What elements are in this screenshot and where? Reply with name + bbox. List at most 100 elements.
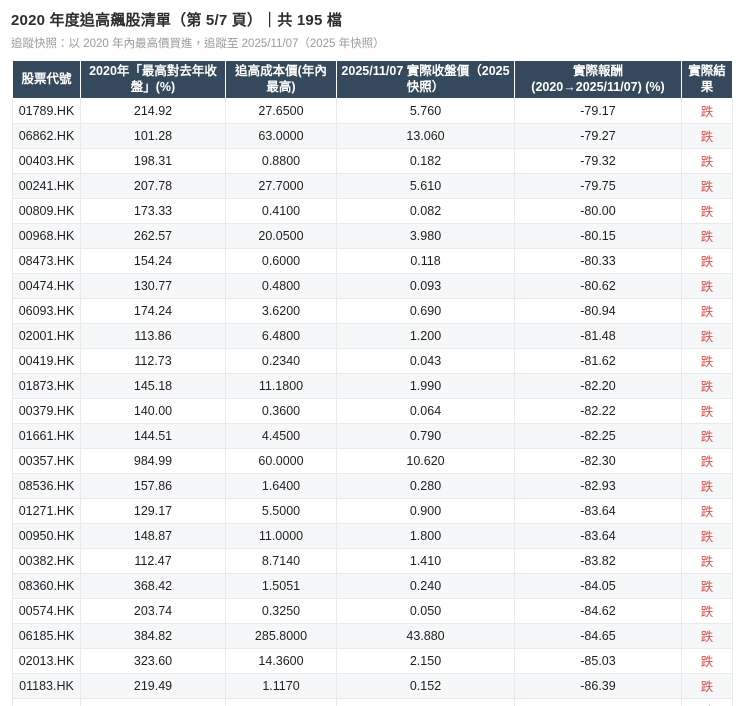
peak-vs-prev-close-pct-cell: 262.57 (80, 222, 226, 249)
actual-result-cell: 跌 (681, 547, 733, 574)
table-row: 01183.HK 219.49 1.1170 0.152 -86.39 跌 (12, 672, 733, 699)
chase-cost-price-cell: 27.7000 (225, 172, 337, 199)
peak-vs-prev-close-pct-cell: 323.60 (80, 647, 226, 674)
table-row: 01789.HK 214.92 27.6500 5.760 -79.17 跌 (12, 97, 733, 124)
chase-cost-price-cell: 4.0800 (225, 697, 337, 706)
actual-close-price-cell: 13.060 (336, 122, 515, 149)
chase-cost-price-cell: 0.3250 (225, 597, 337, 624)
actual-result-cell: 跌 (681, 122, 733, 149)
actual-return-pct-cell: -80.00 (514, 197, 682, 224)
actual-result-cell: 跌 (681, 522, 733, 549)
table-row: 01661.HK 144.51 4.4500 0.790 -82.25 跌 (12, 422, 733, 449)
peak-vs-prev-close-pct-cell: 113.86 (80, 322, 226, 349)
stock-code-cell: 08536.HK (12, 472, 81, 499)
stock-code-cell: 00241.HK (12, 172, 81, 199)
chase-cost-price-cell: 0.2340 (225, 347, 337, 374)
actual-return-pct-cell: -86.76 (514, 697, 682, 706)
chase-cost-price-cell: 0.4100 (225, 197, 337, 224)
stock-code-cell: 01183.HK (12, 672, 81, 699)
header-cell-peak-vs-prev-close-pct: 2020年「最高對去年收盤」(%) (80, 60, 226, 99)
actual-return-pct-cell: -84.05 (514, 572, 682, 599)
actual-result-cell: 跌 (681, 697, 733, 706)
actual-close-price-cell: 1.800 (336, 522, 515, 549)
report-page: 2020 年度追高飆股清單（第 5/7 頁）｜共 195 檔 追蹤快照：以 20… (0, 0, 740, 706)
header-cell-stock-code: 股票代號 (12, 60, 81, 99)
actual-close-price-cell: 0.043 (336, 347, 515, 374)
stock-code-cell: 01271.HK (12, 497, 81, 524)
table-row: 02001.HK 113.86 6.4800 1.200 -81.48 跌 (12, 322, 733, 349)
actual-result-cell: 跌 (681, 372, 733, 399)
stock-code-cell: 02013.HK (12, 647, 81, 674)
stock-code-cell: 01873.HK (12, 372, 81, 399)
table-row: 08536.HK 157.86 1.6400 0.280 -82.93 跌 (12, 472, 733, 499)
actual-close-price-cell: 5.610 (336, 172, 515, 199)
chase-cost-price-cell: 3.6200 (225, 297, 337, 324)
actual-result-cell: 跌 (681, 622, 733, 649)
actual-return-pct-cell: -79.17 (514, 97, 682, 124)
actual-close-price-cell: 10.620 (336, 447, 515, 474)
actual-result-cell: 跌 (681, 297, 733, 324)
peak-vs-prev-close-pct-cell: 148.87 (80, 522, 226, 549)
table-row: 00379.HK 140.00 0.3600 0.064 -82.22 跌 (12, 397, 733, 424)
chase-cost-price-cell: 27.6500 (225, 97, 337, 124)
actual-close-price-cell: 43.880 (336, 622, 515, 649)
stock-code-cell: 00968.HK (12, 222, 81, 249)
stock-code-cell: 00474.HK (12, 272, 81, 299)
peak-vs-prev-close-pct-cell: 174.24 (80, 297, 226, 324)
actual-return-pct-cell: -80.62 (514, 272, 682, 299)
actual-return-pct-cell: -80.33 (514, 247, 682, 274)
actual-close-price-cell: 3.980 (336, 222, 515, 249)
table-row: 06820.HK312.124.08000.540-86.76跌 (12, 697, 733, 706)
actual-return-pct-cell: -80.94 (514, 297, 682, 324)
chase-cost-price-cell: 14.3600 (225, 647, 337, 674)
stock-code-cell: 02001.HK (12, 322, 81, 349)
actual-return-pct-cell: -80.15 (514, 222, 682, 249)
stock-code-cell: 06820.HK (12, 697, 81, 706)
actual-close-price-cell: 0.118 (336, 247, 515, 274)
actual-result-cell: 跌 (681, 447, 733, 474)
actual-close-price-cell: 5.760 (336, 97, 515, 124)
peak-vs-prev-close-pct-cell: 154.24 (80, 247, 226, 274)
chase-cost-price-cell: 5.5000 (225, 497, 337, 524)
header-cell-actual-close-price: 2025/11/07 實際收盤價（2025 快照） (336, 60, 515, 99)
actual-result-cell: 跌 (681, 347, 733, 374)
table-row: 00419.HK 112.73 0.2340 0.043 -81.62 跌 (12, 347, 733, 374)
peak-vs-prev-close-pct-cell: 173.33 (80, 197, 226, 224)
page-title: 2020 年度追高飆股清單（第 5/7 頁）｜共 195 檔 (11, 12, 343, 29)
chase-cost-price-cell: 63.0000 (225, 122, 337, 149)
peak-vs-prev-close-pct-cell: 101.28 (80, 122, 226, 149)
peak-vs-prev-close-pct-cell: 144.51 (80, 422, 226, 449)
actual-return-pct-cell: -85.03 (514, 647, 682, 674)
table-row: 08473.HK 154.24 0.6000 0.118 -80.33 跌 (12, 247, 733, 274)
actual-result-cell: 跌 (681, 472, 733, 499)
stock-code-cell: 01789.HK (12, 97, 81, 124)
stock-code-cell: 00809.HK (12, 197, 81, 224)
chase-cost-price-cell: 11.1800 (225, 372, 337, 399)
actual-return-pct-cell: -84.65 (514, 622, 682, 649)
header-row: 股票代號 2020年「最高對去年收盤」(%) 追高成本價(年內最高) 2025/11/… (12, 60, 733, 99)
actual-return-pct-cell: -82.25 (514, 422, 682, 449)
header-cell-actual-return-pct: 實際報酬 (2020→2025/11/07) (%) (514, 60, 682, 99)
chase-cost-price-cell: 20.0500 (225, 222, 337, 249)
actual-return-pct-cell: -81.48 (514, 322, 682, 349)
actual-result-cell: 跌 (681, 172, 733, 199)
stock-code-cell: 00379.HK (12, 397, 81, 424)
actual-close-price-cell: 0.093 (336, 272, 515, 299)
actual-close-price-cell: 0.064 (336, 397, 515, 424)
table-row: 00950.HK 148.87 11.0000 1.800 -83.64 跌 (12, 522, 733, 549)
stock-code-cell: 00357.HK (12, 447, 81, 474)
actual-close-price-cell: 1.990 (336, 372, 515, 399)
table-row: 00809.HK 173.33 0.4100 0.082 -80.00 跌 (12, 197, 733, 224)
actual-result-cell: 跌 (681, 422, 733, 449)
actual-result-cell: 跌 (681, 247, 733, 274)
actual-return-pct-cell: -79.27 (514, 122, 682, 149)
actual-return-pct-cell: -81.62 (514, 347, 682, 374)
table-row: 02013.HK 323.60 14.3600 2.150 -85.03 跌 (12, 647, 733, 674)
actual-close-price-cell: 0.690 (336, 297, 515, 324)
chase-cost-price-cell: 0.6000 (225, 247, 337, 274)
actual-return-pct-cell: -82.20 (514, 372, 682, 399)
actual-close-price-cell: 0.280 (336, 472, 515, 499)
actual-return-pct-cell: -86.39 (514, 672, 682, 699)
stock-code-cell: 00382.HK (12, 547, 81, 574)
peak-vs-prev-close-pct-cell: 130.77 (80, 272, 226, 299)
